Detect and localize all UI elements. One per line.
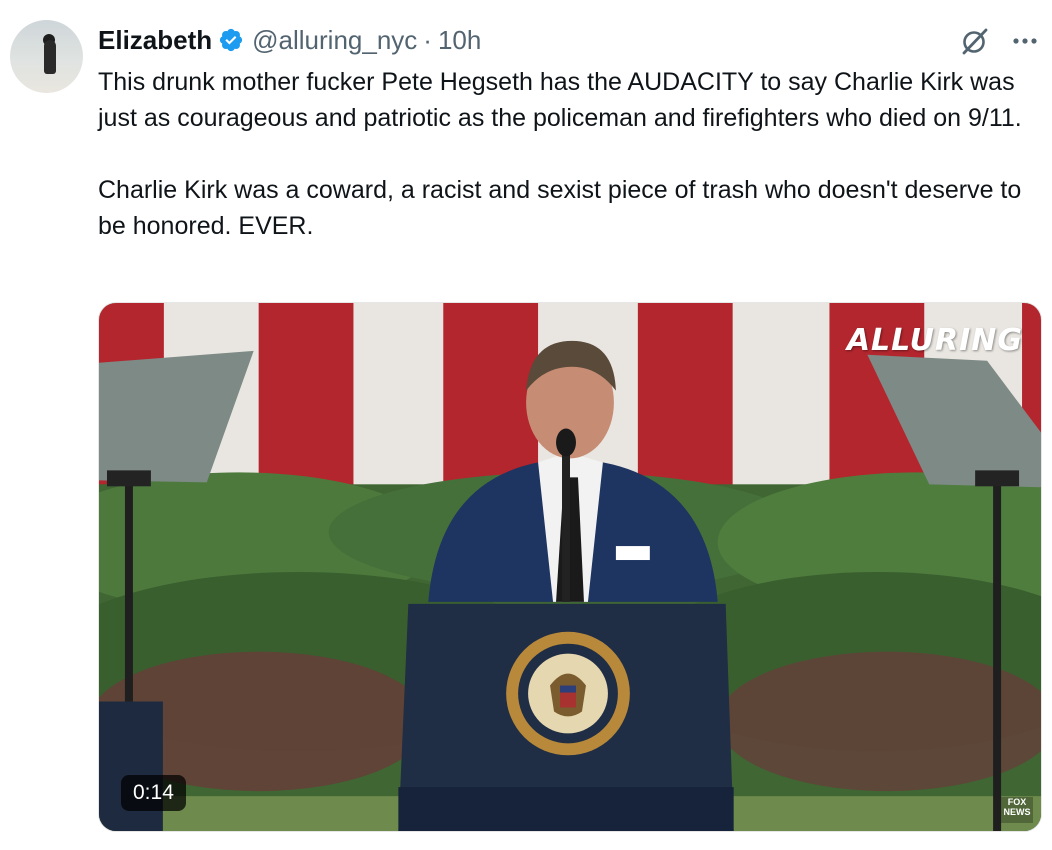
grok-icon[interactable] <box>958 24 992 58</box>
tweet-timestamp[interactable]: 10h <box>438 25 481 56</box>
avatar-figure-body <box>44 40 56 74</box>
verified-badge-icon[interactable] <box>218 27 244 53</box>
network-logo-line1: FOX <box>1007 797 1027 807</box>
tweet-paragraph: Charlie Kirk was a coward, a racist and … <box>98 176 1022 240</box>
tweet-paragraph: This drunk mother fucker Pete Hegseth ha… <box>98 68 1022 132</box>
header-separator: · <box>423 24 432 55</box>
tweet-header: Elizabeth @alluring_nyc · 10h <box>98 22 481 58</box>
video-duration-badge: 0:14 <box>121 775 186 811</box>
author-handle[interactable]: @alluring_nyc <box>252 25 417 56</box>
more-icon[interactable] <box>1008 24 1042 58</box>
author-avatar[interactable] <box>10 20 83 93</box>
video-player[interactable]: ALLURING 0:14 FOX NEWS <box>98 302 1042 832</box>
tweet-text: This drunk mother fucker Pete Hegseth ha… <box>98 64 1038 244</box>
video-frame <box>99 303 1041 831</box>
network-logo-line2: NEWS <box>1003 807 1031 817</box>
author-name[interactable]: Elizabeth <box>98 25 212 56</box>
video-watermark: ALLURING <box>846 323 1023 358</box>
network-logo: FOX NEWS <box>1001 797 1033 823</box>
